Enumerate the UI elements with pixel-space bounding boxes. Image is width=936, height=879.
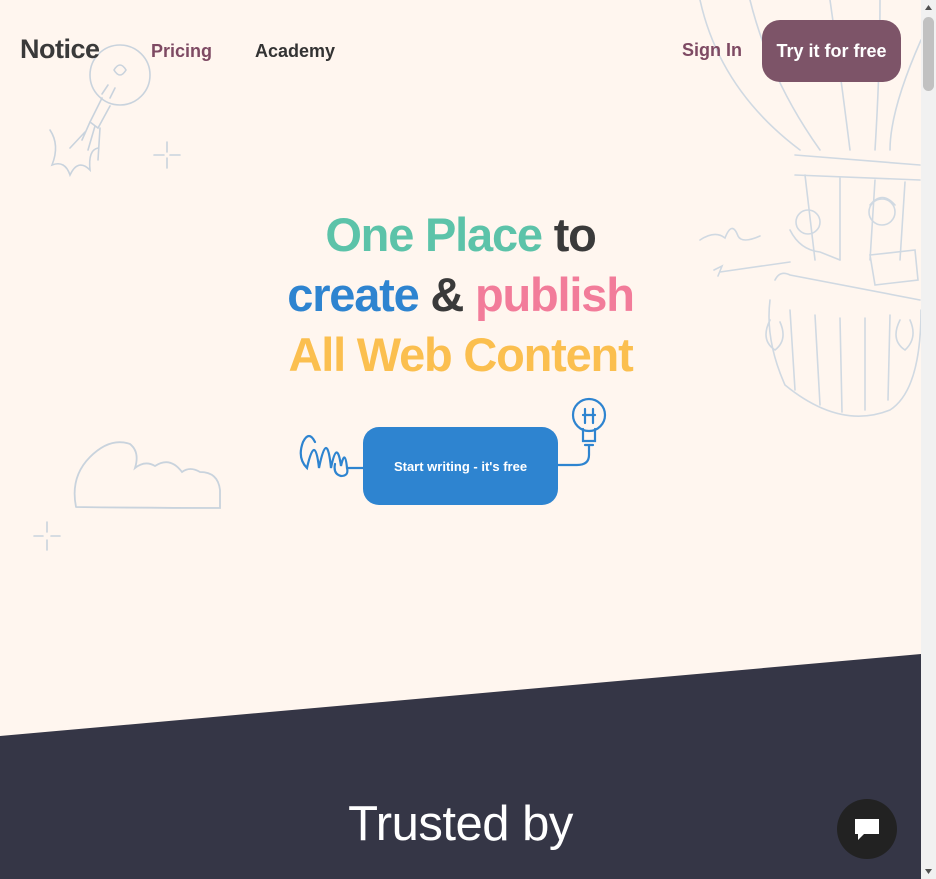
cloud-icon: [73, 441, 221, 509]
hero-one-place: One Place: [325, 208, 543, 261]
hero-line-3: All Web Content: [288, 328, 633, 381]
landing-page: Notice Pricing Academy Sign In Try it fo…: [0, 0, 921, 879]
nav-academy[interactable]: Academy: [255, 41, 335, 62]
chat-button[interactable]: [837, 799, 897, 859]
scrollbar[interactable]: [921, 0, 936, 879]
scroll-down-arrow-icon[interactable]: [921, 864, 936, 879]
chat-bubble-icon: [855, 819, 879, 840]
hero-create: create: [287, 268, 420, 321]
hero-line-1: One Place to: [0, 205, 921, 265]
lightbulb-icon: [555, 397, 607, 467]
sparkle-icon: [153, 141, 181, 169]
scrollbar-thumb[interactable]: [923, 17, 934, 91]
hero-headline: One Place to create & publish All Web Co…: [0, 205, 921, 385]
logo[interactable]: Notice: [20, 34, 100, 65]
trusted-by-heading: Trusted by: [348, 797, 573, 851]
try-free-button[interactable]: Try it for free: [762, 20, 901, 82]
nav-sign-in[interactable]: Sign In: [682, 40, 742, 61]
hero-publish: publish: [475, 268, 635, 321]
sparkle-icon: [33, 521, 61, 551]
hero-line-2: create & publish: [0, 265, 921, 325]
scroll-up-arrow-icon[interactable]: [921, 0, 936, 15]
hero-to: to: [553, 208, 597, 261]
nav-pricing[interactable]: Pricing: [151, 41, 212, 62]
hero-ampersand: &: [430, 268, 464, 321]
spring-icon: [299, 434, 365, 478]
start-writing-button[interactable]: Start writing - it's free: [363, 427, 558, 505]
